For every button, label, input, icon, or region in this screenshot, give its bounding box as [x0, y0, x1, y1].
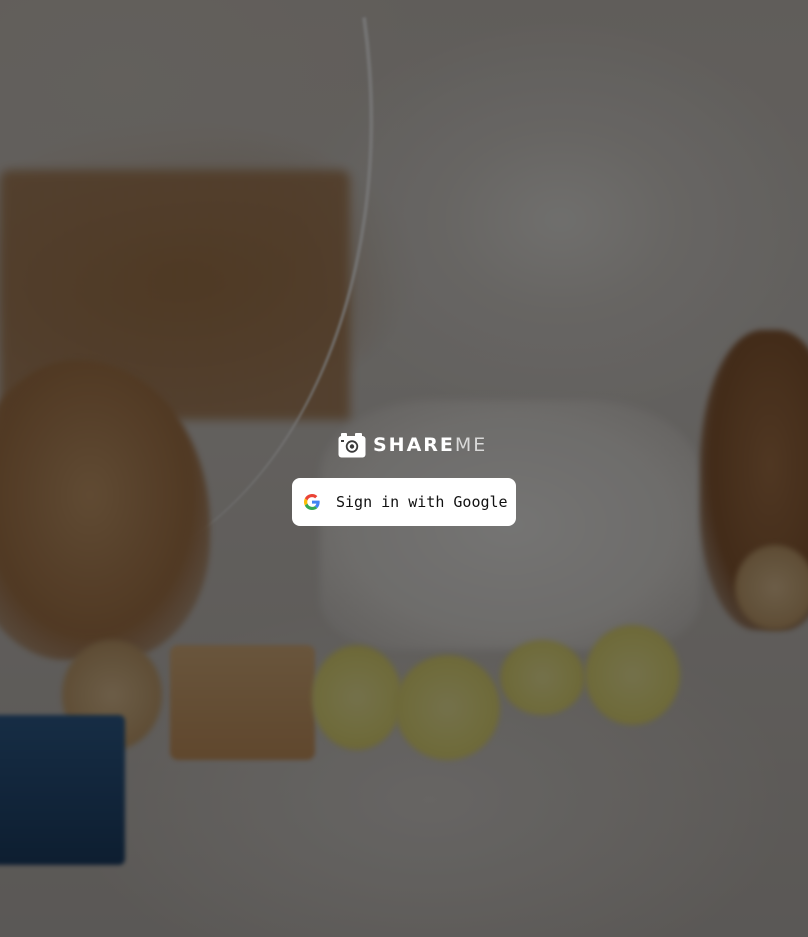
google-signin-label: Sign in with Google	[336, 493, 508, 511]
logo-text: SHAREME	[373, 434, 487, 456]
app-logo: SHAREME	[338, 430, 487, 460]
logo-text-accent: ME	[454, 434, 488, 456]
google-icon	[304, 494, 320, 510]
camera-icon	[338, 432, 366, 458]
logo-text-main: SHARE	[373, 434, 455, 456]
google-signin-button[interactable]: Sign in with Google	[292, 478, 516, 526]
login-container: SHAREME Sign in with Google	[0, 0, 808, 937]
